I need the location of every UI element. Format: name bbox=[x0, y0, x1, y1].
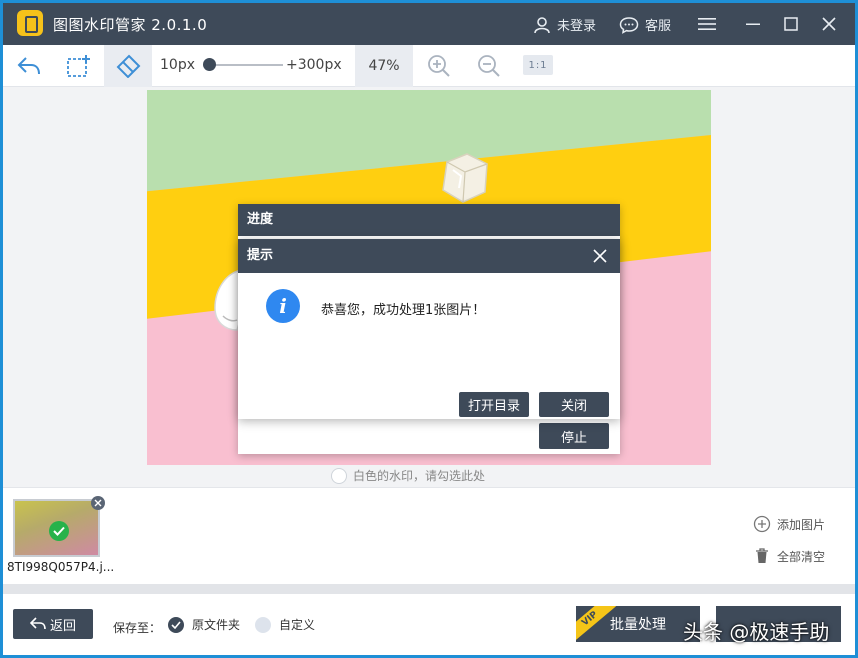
thumbnail-item[interactable] bbox=[13, 499, 100, 557]
close-dialog-button[interactable]: 关闭 bbox=[539, 392, 609, 417]
maximize-button[interactable] bbox=[779, 12, 803, 36]
batch-process-button[interactable]: VIP 批量处理 bbox=[576, 606, 700, 642]
open-directory-button[interactable]: 打开目录 bbox=[459, 392, 529, 417]
zoom-out-button[interactable] bbox=[465, 45, 513, 87]
radio-checked-icon[interactable] bbox=[168, 616, 184, 633]
tip-dialog-header: 提示 bbox=[238, 239, 620, 273]
customer-service-label: 客服 bbox=[645, 19, 672, 34]
eraser-icon bbox=[116, 54, 141, 78]
login-button[interactable]: 未登录 bbox=[533, 15, 596, 34]
save-to-label: 保存至： bbox=[113, 621, 162, 635]
radio-unchecked-icon[interactable] bbox=[255, 616, 271, 633]
eraser-button[interactable] bbox=[104, 45, 152, 87]
overlay-watermark-text: 头条 @极速手助 bbox=[683, 620, 830, 644]
check-icon bbox=[49, 521, 69, 541]
save-option-original-label: 原文件夹 bbox=[192, 618, 241, 632]
batch-process-label: 批量处理 bbox=[610, 617, 666, 633]
app-logo-icon bbox=[17, 10, 43, 36]
white-watermark-hint: 白色的水印，请勾选此处 bbox=[353, 469, 486, 483]
close-icon bbox=[94, 499, 102, 507]
undo-button[interactable] bbox=[5, 45, 53, 87]
add-circle-icon bbox=[753, 515, 771, 533]
save-option-custom-label: 自定义 bbox=[279, 618, 316, 632]
save-option-original[interactable]: 原文件夹 bbox=[168, 616, 240, 633]
zoom-in-icon bbox=[428, 55, 450, 77]
chat-icon bbox=[619, 16, 639, 34]
zoom-level: 47% bbox=[355, 45, 413, 87]
rect-select-button[interactable] bbox=[55, 45, 103, 87]
hamburger-icon bbox=[698, 18, 716, 30]
rect-select-icon bbox=[67, 55, 90, 77]
minimize-icon bbox=[746, 23, 760, 25]
info-icon: i bbox=[266, 289, 300, 323]
back-arrow-icon bbox=[29, 617, 46, 630]
add-images-button[interactable]: 添加图片 bbox=[753, 515, 825, 533]
zoom-out-icon bbox=[478, 55, 500, 77]
title-bar: 图图水印管家 2.0.1.0 未登录 客服 bbox=[3, 3, 855, 45]
minimize-button[interactable] bbox=[741, 12, 765, 36]
brush-size-slider[interactable] bbox=[209, 64, 283, 66]
back-label: 返回 bbox=[49, 618, 76, 634]
back-button[interactable]: 返回 bbox=[13, 609, 93, 639]
close-icon bbox=[822, 17, 836, 31]
tip-dialog-title: 提示 bbox=[247, 248, 274, 263]
white-watermark-option[interactable]: 白色的水印，请勾选此处 bbox=[331, 467, 485, 484]
remove-thumbnail-button[interactable] bbox=[91, 496, 105, 510]
toolbar: 10px +300px 47% 1:1 bbox=[3, 45, 855, 87]
save-option-custom[interactable]: 自定义 bbox=[255, 616, 315, 633]
white-watermark-radio[interactable] bbox=[331, 467, 347, 484]
close-icon[interactable] bbox=[592, 248, 608, 264]
divider-band bbox=[3, 584, 855, 594]
ice-cube-image bbox=[442, 153, 488, 203]
maximize-icon bbox=[784, 17, 798, 31]
user-icon bbox=[534, 16, 550, 33]
clear-all-button[interactable]: 全部清空 bbox=[753, 547, 825, 565]
login-label: 未登录 bbox=[557, 19, 597, 34]
trash-icon bbox=[756, 548, 768, 563]
thumbnail-filename: 8TI998Q057P4.j... bbox=[7, 560, 115, 574]
tip-dialog: 提示 i 恭喜您，成功处理1张图片！ 打开目录 关闭 bbox=[238, 239, 620, 419]
bottom-bar: 返回 保存至： 原文件夹 自定义 VIP 批量处理 头条 @极速手助 bbox=[3, 594, 855, 655]
actual-size-button[interactable]: 1:1 bbox=[523, 55, 553, 75]
tip-message: 恭喜您，成功处理1张图片！ bbox=[321, 303, 486, 318]
stop-button[interactable]: 停止 bbox=[539, 423, 609, 449]
app-window: 图图水印管家 2.0.1.0 未登录 客服 10px +300px 47% 1:… bbox=[3, 3, 855, 655]
clear-all-label: 全部清空 bbox=[777, 549, 826, 564]
brush-min-label: 10px bbox=[160, 57, 195, 73]
close-window-button[interactable] bbox=[817, 12, 841, 36]
undo-icon bbox=[17, 57, 40, 75]
brush-size-slider-handle[interactable] bbox=[202, 58, 216, 71]
menu-button[interactable] bbox=[695, 12, 719, 36]
zoom-in-button[interactable] bbox=[415, 45, 463, 87]
progress-dialog-title: 进度 bbox=[238, 204, 620, 236]
brush-max-label: +300px bbox=[286, 57, 342, 73]
app-title: 图图水印管家 2.0.1.0 bbox=[53, 16, 208, 34]
add-images-label: 添加图片 bbox=[777, 517, 826, 532]
thumbnail-strip: 8TI998Q057P4.j... 添加图片 全部清空 bbox=[3, 487, 855, 584]
customer-service-button[interactable]: 客服 bbox=[619, 15, 671, 34]
